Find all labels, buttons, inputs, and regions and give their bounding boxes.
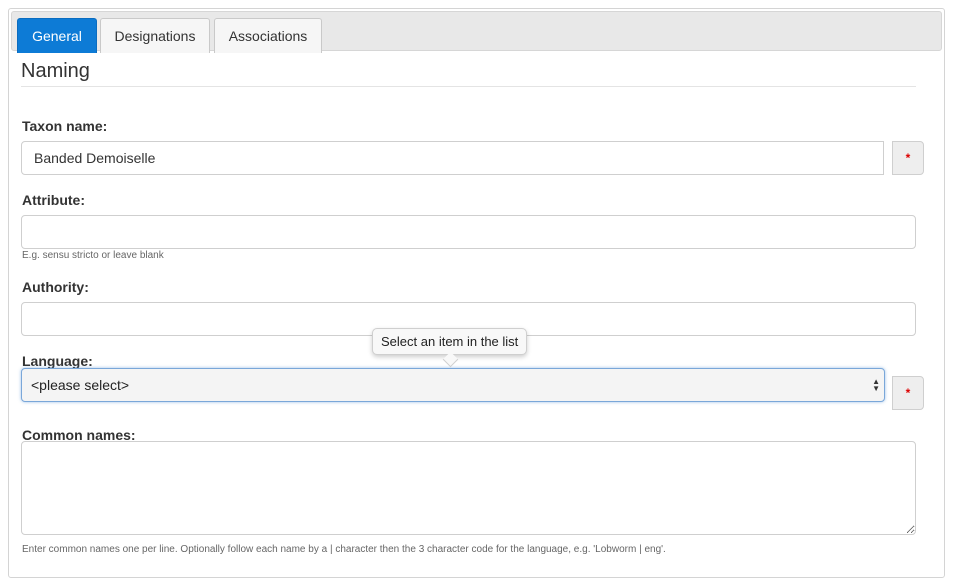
select-arrows-icon: ▲ ▼ bbox=[872, 377, 880, 393]
common-names-textarea[interactable] bbox=[21, 441, 916, 535]
attribute-help-text: E.g. sensu stricto or leave blank bbox=[22, 250, 164, 261]
taxon-name-required-marker: * bbox=[892, 141, 924, 175]
language-selected-value: <please select> bbox=[31, 377, 130, 393]
section-title: Naming bbox=[21, 60, 90, 82]
tab-general[interactable]: General bbox=[17, 18, 97, 53]
section-divider bbox=[21, 86, 916, 87]
tab-designations[interactable]: Designations bbox=[100, 18, 210, 53]
attribute-label: Attribute: bbox=[22, 192, 85, 208]
tab-bar: General Designations Associations bbox=[11, 11, 942, 53]
common-names-help-text: Enter common names one per line. Optiona… bbox=[22, 544, 666, 555]
tab-associations[interactable]: Associations bbox=[214, 18, 322, 53]
language-required-marker: * bbox=[892, 376, 924, 410]
language-label: Language: bbox=[22, 353, 93, 369]
authority-label: Authority: bbox=[22, 279, 89, 295]
attribute-input[interactable] bbox=[21, 215, 916, 249]
taxon-name-label: Taxon name: bbox=[22, 118, 108, 134]
taxon-name-input[interactable]: Banded Demoiselle bbox=[21, 141, 884, 175]
language-select[interactable]: <please select> ▲ ▼ bbox=[21, 368, 885, 402]
